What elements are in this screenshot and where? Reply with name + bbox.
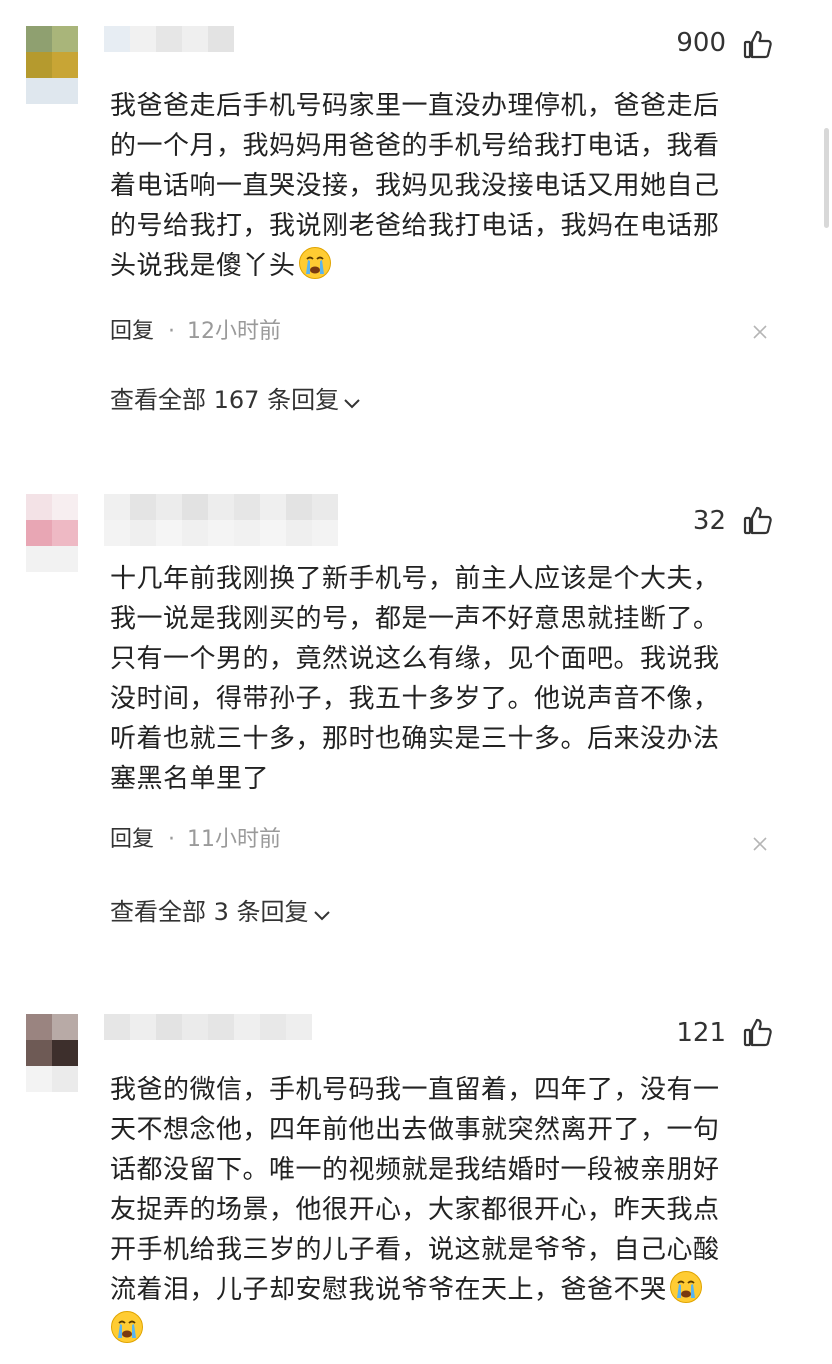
text-line: 话都没留下。唯一的视频就是我结婚时一段被亲朋好	[110, 1155, 720, 1185]
text-line: 的号给我打，我说刚老爸给我打电话，我妈在电话那	[110, 211, 720, 241]
text-line: 十几年前我刚换了新手机号，前主人应该是个大夫，	[110, 564, 720, 594]
text-line: 头说我是傻丫头	[110, 251, 296, 281]
text-line-with-emoji	[110, 1310, 770, 1350]
text-line-with-emoji: 流着泪，儿子却安慰我说爷爷在天上，爸爸不哭	[110, 1270, 770, 1310]
chevron-down-icon	[313, 911, 330, 921]
text-line-with-emoji: 头说我是傻丫头	[110, 246, 770, 286]
text-line: 天不想念他，四年前他出去做事就突然离开了，一句	[110, 1115, 720, 1145]
view-all-replies-button[interactable]: 查看全部 167 条回复	[110, 384, 361, 416]
like-count: 121	[676, 1018, 726, 1048]
avatar[interactable]	[26, 494, 78, 546]
view-all-label: 查看全部 3 条回复	[110, 898, 309, 926]
text-line: 我爸爸走后手机号码家里一直没办理停机，爸爸走后	[110, 91, 720, 121]
comment-text: 十几年前我刚换了新手机号，前主人应该是个大夫， 我一说是我刚买的号，都是一声不好…	[110, 559, 770, 799]
scrollbar[interactable]	[824, 128, 829, 228]
comment-text: 我爸的微信，手机号码我一直留着，四年了，没有一 天不想念他，四年前他出去做事就突…	[110, 1070, 770, 1350]
comment-meta: 回复 · 11小时前	[110, 825, 281, 855]
text-line: 我爸的微信，手机号码我一直留着，四年了，没有一	[110, 1075, 720, 1105]
thumbs-up-icon[interactable]	[742, 504, 774, 536]
separator-dot: ·	[168, 319, 176, 344]
thumbs-up-icon[interactable]	[742, 1016, 774, 1048]
timestamp: 11小时前	[187, 827, 282, 852]
like-count: 900	[676, 28, 726, 58]
timestamp: 12小时前	[187, 319, 282, 344]
close-icon[interactable]	[752, 324, 768, 340]
crying-face-emoji	[111, 1311, 143, 1343]
avatar[interactable]	[26, 26, 78, 78]
text-line: 友捉弄的场景，他很开心，大家都很开心，昨天我点	[110, 1195, 720, 1225]
comment-text: 我爸爸走后手机号码家里一直没办理停机，爸爸走后 的一个月，我妈妈用爸爸的手机号给…	[110, 86, 770, 286]
avatar-mosaic	[26, 546, 78, 572]
text-line: 我一说是我刚买的号，都是一声不好意思就挂断了。	[110, 604, 720, 634]
text-line: 流着泪，儿子却安慰我说爷爷在天上，爸爸不哭	[110, 1275, 667, 1305]
avatar-mosaic	[26, 78, 78, 104]
thumbs-up-icon[interactable]	[742, 28, 774, 60]
text-line: 没时间，得带孙子，我五十多岁了。他说声音不像，	[110, 684, 720, 714]
like-count: 32	[692, 506, 726, 536]
separator-dot: ·	[168, 827, 176, 852]
view-all-replies-button[interactable]: 查看全部 3 条回复	[110, 896, 331, 928]
crying-face-emoji	[298, 247, 331, 279]
comment-meta: 回复 · 12小时前	[110, 317, 281, 347]
avatar-mosaic	[26, 1066, 78, 1092]
reply-button[interactable]: 回复	[110, 319, 154, 344]
avatar[interactable]	[26, 1014, 78, 1066]
reply-button[interactable]: 回复	[110, 827, 154, 852]
text-line: 开手机给我三岁的儿子看，说这就是爷爷，自己心酸	[110, 1235, 720, 1265]
text-line: 只有一个男的，竟然说这么有缘，见个面吧。我说我	[110, 644, 720, 674]
crying-face-emoji	[669, 1271, 702, 1303]
view-all-label: 查看全部 167 条回复	[110, 386, 340, 414]
text-line: 听着也就三十多，那时也确实是三十多。后来没办法	[110, 724, 720, 754]
text-line: 着电话响一直哭没接，我妈见我没接电话又用她自己	[110, 171, 720, 201]
text-line: 的一个月，我妈妈用爸爸的手机号给我打电话，我看	[110, 131, 720, 161]
close-icon[interactable]	[752, 836, 768, 852]
text-line: 塞黑名单里了	[110, 764, 270, 794]
chevron-down-icon	[344, 399, 360, 409]
